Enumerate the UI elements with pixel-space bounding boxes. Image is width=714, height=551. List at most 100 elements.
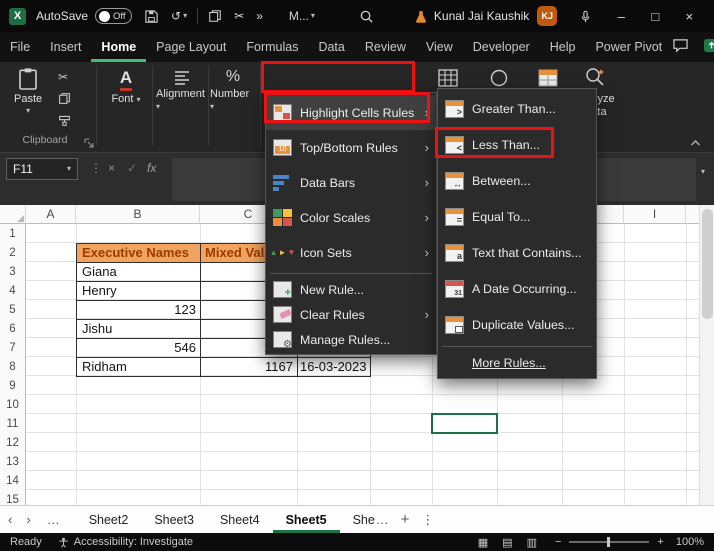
new-sheet-button[interactable]: + bbox=[401, 511, 410, 528]
enter-entry-button[interactable]: ✓ bbox=[127, 161, 137, 175]
avatar[interactable]: KJ bbox=[537, 6, 557, 26]
row-header-7[interactable]: 7 bbox=[0, 338, 25, 357]
scroll-sheets-left-button[interactable]: ‹ bbox=[8, 512, 12, 527]
row-header-13[interactable]: 13 bbox=[0, 452, 25, 471]
tab-power-pivot[interactable]: Power Pivot bbox=[585, 32, 672, 62]
tab-home[interactable]: Home bbox=[91, 32, 146, 62]
col-header-b[interactable]: B bbox=[76, 205, 200, 224]
maximize-button[interactable]: □ bbox=[638, 0, 672, 32]
insights-button[interactable] bbox=[414, 9, 428, 24]
menu-item-text-that-contains[interactable]: a Text that Contains... bbox=[438, 235, 596, 271]
sheet-tab-partial[interactable]: She bbox=[340, 506, 376, 533]
dictate-button[interactable] bbox=[579, 9, 592, 24]
menu-item-new-rule[interactable]: + New Rule... bbox=[266, 277, 436, 302]
cell-c8[interactable]: 1167 bbox=[204, 357, 293, 376]
minimize-button[interactable]: – bbox=[604, 0, 638, 32]
sheet-tab-sheet3[interactable]: Sheet3 bbox=[141, 506, 207, 533]
comments-button[interactable] bbox=[672, 38, 689, 56]
autosave-toggle[interactable]: Off bbox=[95, 8, 132, 24]
alignment-group-button[interactable]: Alignment ▾ bbox=[156, 68, 208, 112]
format-painter-button[interactable] bbox=[58, 114, 71, 127]
user-name[interactable]: Kunal Jai Kaushik bbox=[434, 9, 529, 23]
menu-item-icon-sets[interactable]: ▲►▼ Icon Sets › bbox=[266, 235, 436, 270]
page-layout-view-button[interactable]: ▤ bbox=[502, 536, 512, 549]
cell-b7[interactable]: 546 bbox=[82, 338, 196, 357]
row-header-4[interactable]: 4 bbox=[0, 281, 25, 300]
accessibility-status[interactable]: Accessibility: Investigate bbox=[58, 536, 193, 548]
vertical-scrollbar[interactable] bbox=[699, 205, 714, 505]
tab-view[interactable]: View bbox=[416, 32, 463, 62]
tab-insert[interactable]: Insert bbox=[40, 32, 91, 62]
row-header-12[interactable]: 12 bbox=[0, 433, 25, 452]
menu-item-less-than[interactable]: < Less Than... bbox=[438, 127, 596, 163]
cancel-entry-button[interactable]: × bbox=[108, 161, 115, 175]
col-header-i[interactable]: I bbox=[624, 205, 686, 224]
cell-b6[interactable]: Jishu bbox=[82, 319, 196, 338]
row-header-2[interactable]: 2 bbox=[0, 243, 25, 262]
insert-function-button[interactable]: fx bbox=[147, 161, 156, 175]
row-header-14[interactable]: 14 bbox=[0, 471, 25, 490]
share-button[interactable] bbox=[703, 38, 714, 56]
cell-b8[interactable]: Ridham bbox=[82, 357, 196, 376]
menu-item-a-date-occurring[interactable]: 31 A Date Occurring... bbox=[438, 271, 596, 307]
expand-formula-bar-button[interactable]: ▾ bbox=[701, 163, 705, 177]
search-button[interactable] bbox=[359, 9, 374, 24]
copy-button[interactable] bbox=[58, 92, 71, 105]
row-header-10[interactable]: 10 bbox=[0, 395, 25, 414]
row-header-15[interactable]: 15 bbox=[0, 490, 25, 505]
menu-item-clear-rules[interactable]: Clear Rules › bbox=[266, 302, 436, 327]
select-all-corner[interactable] bbox=[0, 205, 26, 224]
cell-b2[interactable]: Executive Names bbox=[82, 243, 198, 262]
menu-item-duplicate-values[interactable]: Duplicate Values... bbox=[438, 307, 596, 343]
col-header-a[interactable]: A bbox=[26, 205, 76, 224]
tab-review[interactable]: Review bbox=[355, 32, 416, 62]
page-break-view-button[interactable]: ▥ bbox=[527, 536, 537, 549]
row-header-9[interactable]: 9 bbox=[0, 376, 25, 395]
cell-b4[interactable]: Henry bbox=[82, 281, 196, 300]
zoom-slider-knob[interactable] bbox=[607, 537, 610, 547]
name-box[interactable]: F11 ▾ bbox=[6, 158, 78, 180]
cut-button[interactable]: ✂ bbox=[58, 70, 68, 84]
row-header-6[interactable]: 6 bbox=[0, 319, 25, 338]
menu-item-equal-to[interactable]: = Equal To... bbox=[438, 199, 596, 235]
tab-file[interactable]: File bbox=[0, 32, 40, 62]
menu-item-greater-than[interactable]: > Greater Than... bbox=[438, 91, 596, 127]
tab-data[interactable]: Data bbox=[308, 32, 354, 62]
zoom-slider[interactable] bbox=[569, 541, 649, 543]
more-sheets-button[interactable]: … bbox=[376, 512, 389, 527]
cell-b3[interactable]: Giana bbox=[82, 262, 196, 281]
scroll-sheets-right-button[interactable]: › bbox=[26, 512, 30, 527]
tabbar-kebab-icon[interactable]: ⋮ bbox=[421, 512, 434, 528]
save-button[interactable] bbox=[144, 9, 159, 24]
zoom-level[interactable]: 100% bbox=[676, 536, 704, 548]
document-title-menu[interactable]: M...▾ bbox=[289, 9, 315, 23]
zoom-in-button[interactable]: + bbox=[657, 536, 663, 548]
menu-item-color-scales[interactable]: Color Scales › bbox=[266, 200, 436, 235]
all-sheets-button[interactable]: … bbox=[47, 512, 60, 527]
cell-d8[interactable]: 16-03-2023 bbox=[300, 357, 366, 376]
tab-formulas[interactable]: Formulas bbox=[236, 32, 308, 62]
tab-developer[interactable]: Developer bbox=[463, 32, 540, 62]
paste-button[interactable]: Paste ▾ bbox=[14, 67, 42, 115]
undo-button[interactable]: ↺▾ bbox=[171, 9, 187, 23]
row-header-1[interactable]: 1 bbox=[0, 224, 25, 243]
cut-button[interactable]: ✂ bbox=[234, 9, 244, 23]
normal-view-button[interactable]: ▦ bbox=[478, 536, 488, 549]
sheet-tab-sheet2[interactable]: Sheet2 bbox=[76, 506, 142, 533]
row-header-5[interactable]: 5 bbox=[0, 300, 25, 319]
cell-b5[interactable]: 123 bbox=[82, 300, 196, 319]
menu-item-between[interactable]: ↔ Between... bbox=[438, 163, 596, 199]
clipboard-dialog-launcher[interactable] bbox=[84, 135, 94, 153]
row-header-11[interactable]: 11 bbox=[0, 414, 25, 433]
sheet-tab-sheet5[interactable]: Sheet5 bbox=[273, 506, 340, 533]
menu-item-manage-rules[interactable]: ⚙ Manage Rules... bbox=[266, 327, 436, 352]
more-commands-button[interactable]: » bbox=[256, 9, 263, 23]
row-header-3[interactable]: 3 bbox=[0, 262, 25, 281]
menu-item-top-bottom-rules[interactable]: 10 Top/Bottom Rules › bbox=[266, 130, 436, 165]
menu-item-data-bars[interactable]: Data Bars › bbox=[266, 165, 436, 200]
row-header-8[interactable]: 8 bbox=[0, 357, 25, 376]
menu-item-highlight-cells-rules[interactable]: Highlight Cells Rules › bbox=[266, 95, 436, 130]
tab-help[interactable]: Help bbox=[540, 32, 586, 62]
font-group-button[interactable]: A Font ▾ bbox=[104, 68, 148, 105]
close-button[interactable]: × bbox=[672, 0, 706, 32]
